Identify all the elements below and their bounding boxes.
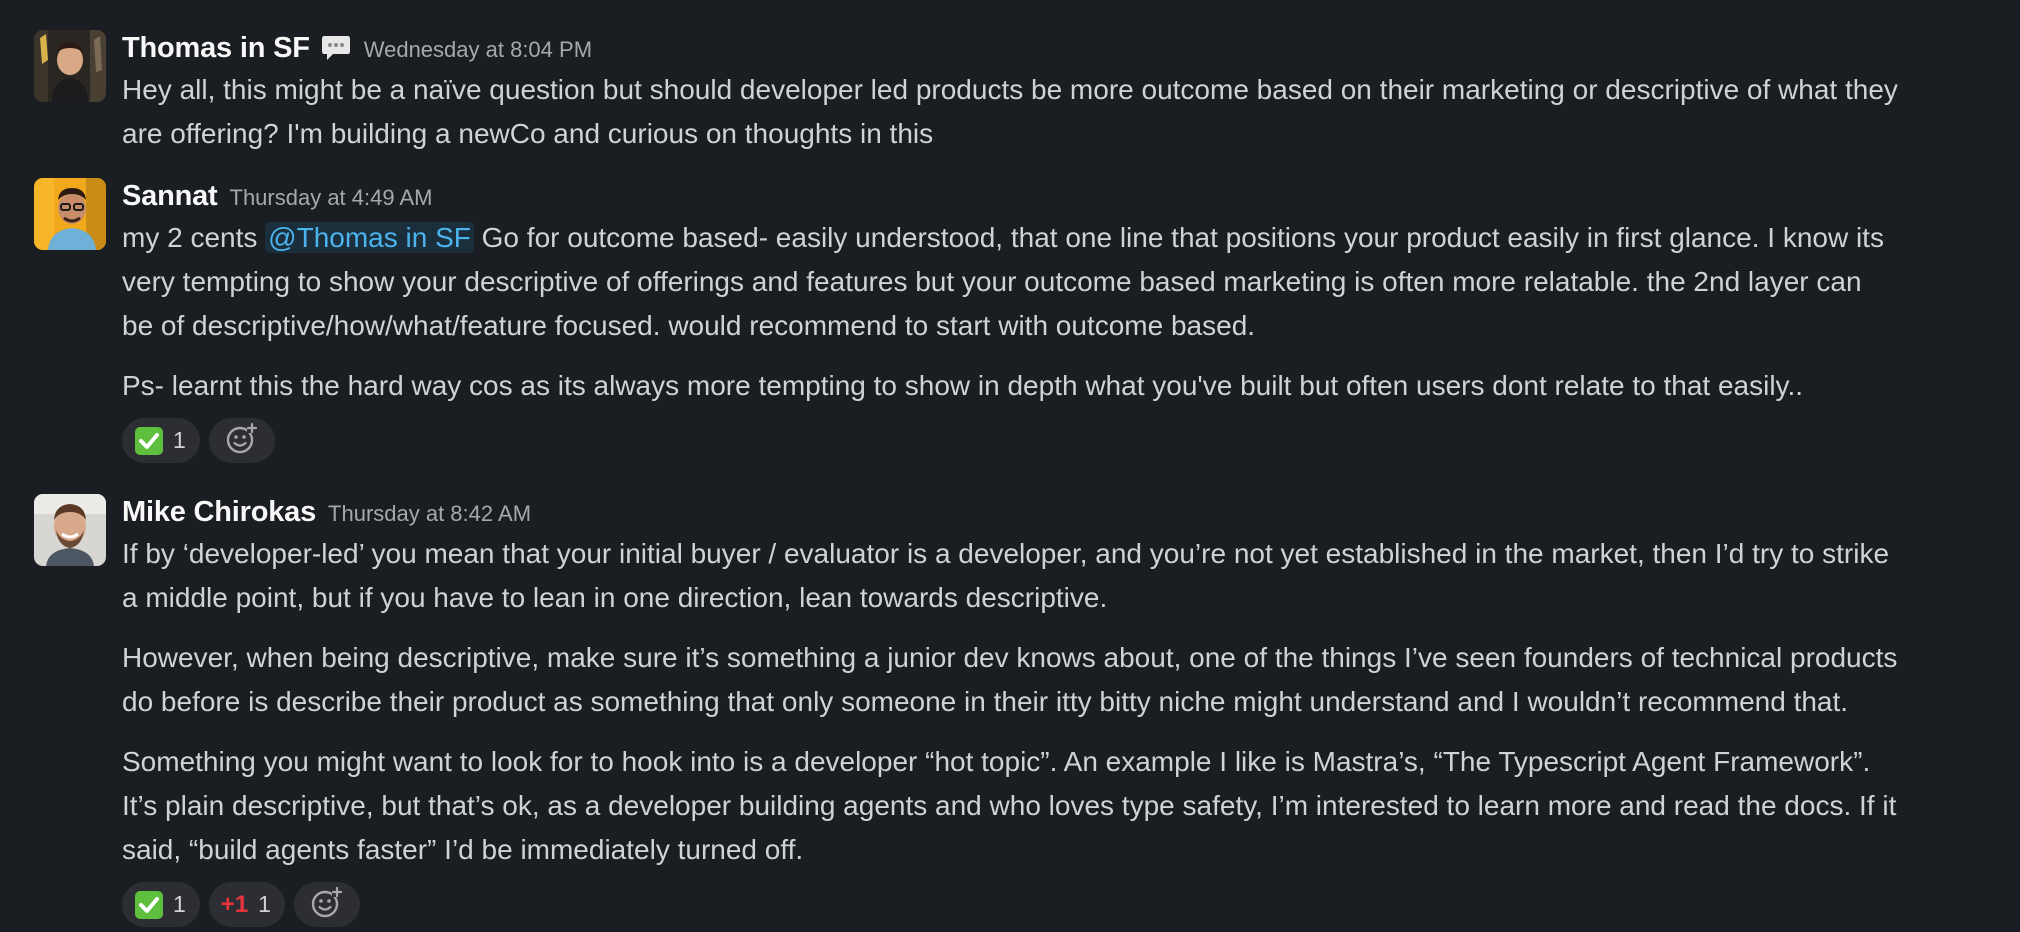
add-emoji-icon xyxy=(310,885,344,924)
reaction-count: 1 xyxy=(173,891,186,917)
add-reaction-button[interactable] xyxy=(208,418,275,463)
message-line: do before is describe their product as s… xyxy=(122,686,1849,717)
plus-one-icon: +1 xyxy=(220,890,249,918)
add-emoji-icon xyxy=(225,421,259,460)
speech-bubble-icon[interactable] xyxy=(320,33,352,63)
message-line: be of descriptive/how/what/feature focus… xyxy=(122,310,1256,341)
reaction-check[interactable]: 1 xyxy=(122,882,200,927)
author-name[interactable]: Mike Chirokas xyxy=(122,496,316,529)
add-reaction-button[interactable] xyxy=(293,882,360,927)
reaction-count: 1 xyxy=(173,427,186,453)
message-line: are offering? I'm building a newCo and c… xyxy=(122,118,934,149)
white-check-mark-icon xyxy=(134,426,164,456)
avatar[interactable] xyxy=(34,494,106,566)
message-header: Mike Chirokas Thursday at 8:42 AM xyxy=(122,492,2010,532)
message-paragraph: Ps- learnt this the hard way cos as its … xyxy=(122,370,1804,401)
message-line: However, when being descriptive, make su… xyxy=(122,642,1898,673)
avatar[interactable] xyxy=(34,178,106,250)
message-timestamp[interactable]: Wednesday at 8:04 PM xyxy=(364,37,592,63)
user-mention[interactable]: @Thomas in SF xyxy=(265,222,474,253)
message-header: Thomas in SF Wednesday at 8:04 PM xyxy=(122,28,2010,68)
message-header: Sannat Thursday at 4:49 AM xyxy=(122,176,2010,216)
message-line: very tempting to show your descriptive o… xyxy=(122,266,1862,297)
reaction-count: 1 xyxy=(258,891,271,917)
message-line: my 2 cents @Thomas in SF Go for outcome … xyxy=(122,216,2010,260)
message-line: Hey all, this might be a naïve question … xyxy=(122,74,1898,105)
message-line: Something you might want to look for to … xyxy=(122,746,1871,777)
message-line: said, “build agents faster” I’d be immed… xyxy=(122,834,804,865)
avatar[interactable] xyxy=(34,30,106,102)
message-timestamp[interactable]: Thursday at 4:49 AM xyxy=(230,185,433,211)
reactions-bar: 1 xyxy=(122,418,2010,463)
reactions-bar: 1 +1 1 xyxy=(122,882,2010,927)
author-name[interactable]: Sannat xyxy=(122,180,218,213)
message-line: If by ‘developer-led’ you mean that your… xyxy=(122,538,1890,569)
reaction-plus-one[interactable]: +1 1 xyxy=(208,882,285,927)
message-timestamp[interactable]: Thursday at 8:42 AM xyxy=(328,501,531,527)
reaction-check[interactable]: 1 xyxy=(122,418,200,463)
message-line: a middle point, but if you have to lean … xyxy=(122,582,1108,613)
message-feed: Thomas in SF Wednesday at 8:04 PM Hey al… xyxy=(0,0,2020,932)
message-text: Go for outcome based- easily understood,… xyxy=(473,222,1884,253)
message-line: It’s plain descriptive, but that’s ok, a… xyxy=(122,790,1897,821)
author-name[interactable]: Thomas in SF xyxy=(122,32,310,65)
message-text: my 2 cents xyxy=(122,222,266,253)
white-check-mark-icon xyxy=(134,890,164,920)
